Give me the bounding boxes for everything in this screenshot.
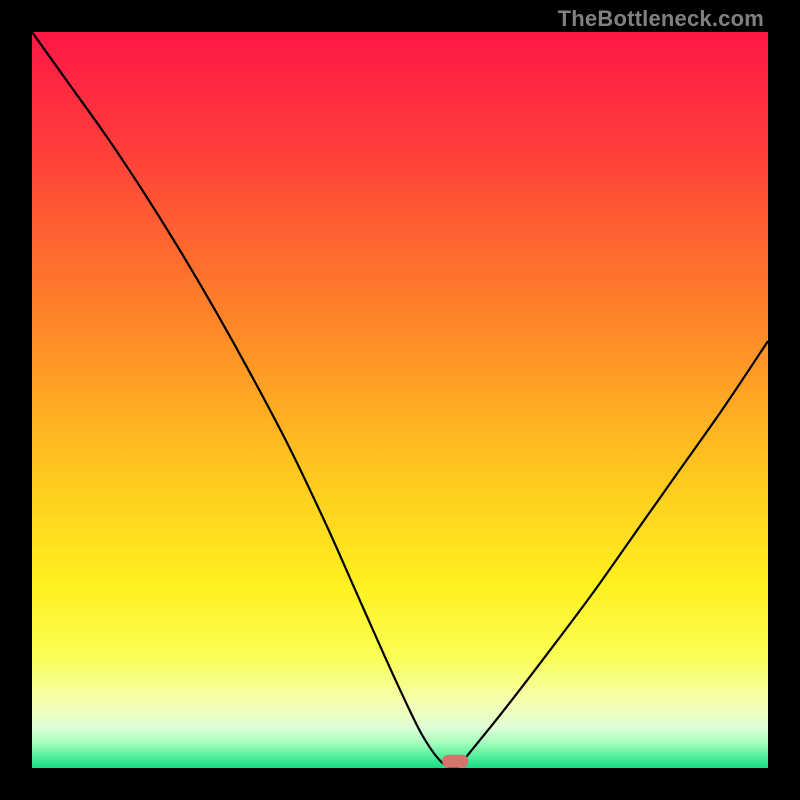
bottleneck-chart: [32, 32, 768, 768]
gradient-background: [32, 32, 768, 768]
optimal-marker: [442, 755, 468, 768]
chart-frame: [32, 32, 768, 768]
watermark-text: TheBottleneck.com: [558, 6, 764, 32]
